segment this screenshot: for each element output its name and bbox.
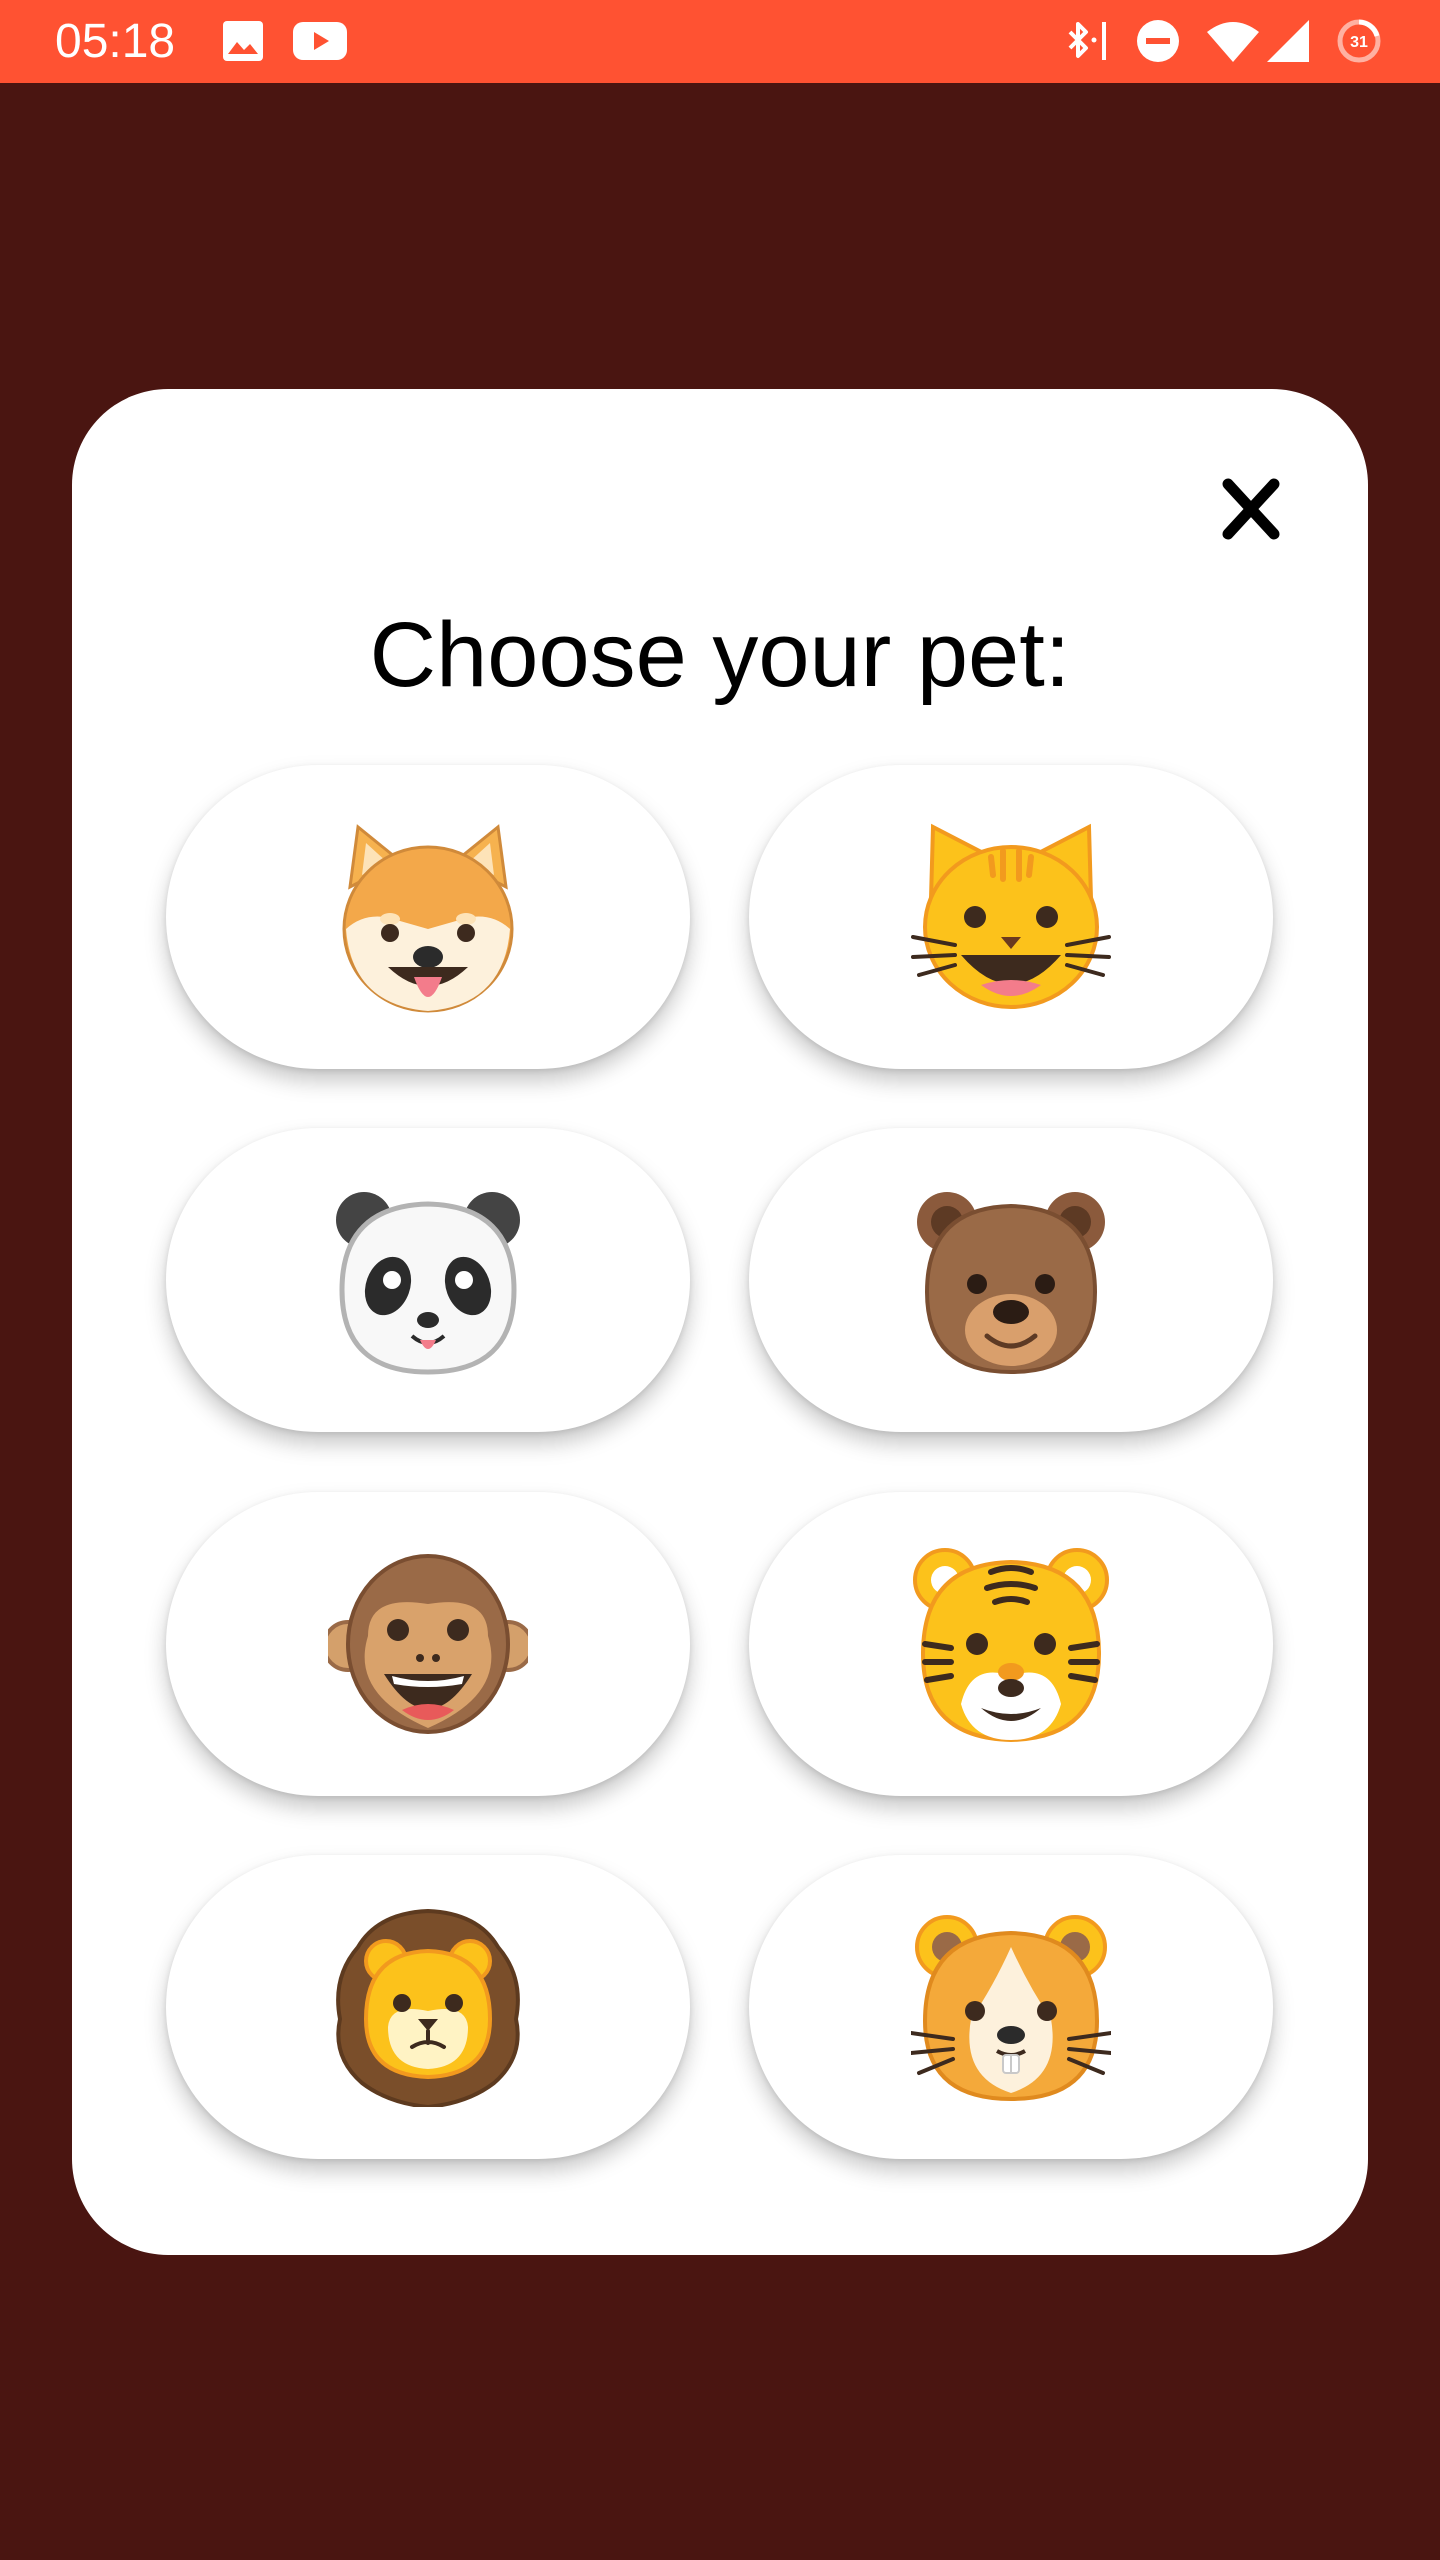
battery-saver-icon: 31 [1337, 19, 1381, 63]
do-not-disturb-icon [1137, 20, 1179, 62]
image-icon [223, 21, 263, 61]
pet-option-tiger[interactable] [749, 1492, 1273, 1796]
pet-option-lion[interactable] [166, 1855, 690, 2159]
dialog-title: Choose your pet: [369, 604, 1071, 706]
close-icon[interactable] [1206, 470, 1296, 548]
pet-option-bear[interactable] [749, 1128, 1273, 1432]
battery-level: 31 [1350, 34, 1368, 51]
dog-face-icon [342, 824, 514, 1013]
panda-face-icon [336, 1192, 520, 1375]
youtube-icon [293, 22, 347, 60]
pet-option-cat[interactable] [749, 765, 1273, 1069]
tiger-face-icon [913, 1548, 1109, 1743]
hamster-face-icon [911, 1915, 1111, 2102]
bluetooth-icon [1068, 22, 1106, 60]
cellular-signal-icon [1267, 20, 1309, 62]
pet-option-dog[interactable] [166, 765, 690, 1069]
status-bar: 05:18 31 [0, 0, 1440, 83]
pet-option-hamster[interactable] [749, 1855, 1273, 2159]
cat-face-icon [911, 823, 1111, 1009]
pet-option-panda[interactable] [166, 1128, 690, 1432]
monkey-face-icon [328, 1554, 528, 1734]
lion-face-icon [336, 1908, 520, 2107]
wifi-icon [1207, 22, 1259, 62]
pet-option-monkey[interactable] [166, 1492, 690, 1796]
status-time: 05:18 [55, 15, 176, 68]
bear-face-icon [917, 1192, 1105, 1375]
